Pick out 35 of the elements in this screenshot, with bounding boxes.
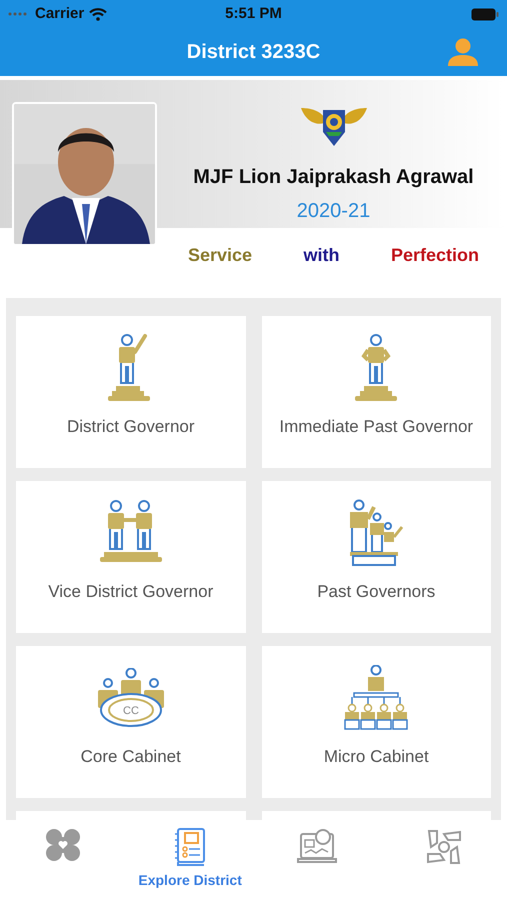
card-label: District Governor <box>66 416 195 438</box>
ribbons-icon <box>45 828 82 862</box>
carrier-name: Carrier <box>35 4 84 24</box>
handshake-icon <box>100 500 162 562</box>
card-label: Micro Cabinet <box>324 746 429 768</box>
joined-hands-icon <box>424 828 463 866</box>
statue-raised-hand-icon <box>108 334 150 401</box>
header-title: District 3233C <box>186 40 320 65</box>
card-label: Past Governors <box>317 581 436 603</box>
menu-card[interactable]: District Governor <box>16 316 246 468</box>
laptop-icon <box>296 828 337 866</box>
menu-card[interactable]: CC Core Cabinet <box>16 646 246 798</box>
tagline-word: with <box>304 244 340 266</box>
wifi-icon <box>89 8 108 20</box>
profile-icon[interactable] <box>447 38 479 66</box>
card-label: Core Cabinet <box>80 746 181 768</box>
menu-card[interactable]: Immediate Past Governor <box>262 316 491 468</box>
book-icon <box>174 828 206 866</box>
tab-item[interactable]: Explore District <box>126 820 254 900</box>
podium-group-icon <box>350 500 404 566</box>
card-label: Immediate Past Governor <box>279 416 474 438</box>
tagline-word: Perfection <box>390 244 479 266</box>
menu-card[interactable]: Vice District Governor <box>16 481 246 633</box>
person-name: MJF Lion Jaiprakash Agrawal <box>193 165 474 190</box>
year-label: 2020-21 <box>296 199 370 224</box>
menu-card[interactable]: Micro Cabinet <box>262 646 491 798</box>
icon-label: CC <box>122 705 139 717</box>
round-table-icon <box>98 668 164 727</box>
menu-card[interactable]: Past Governors <box>262 481 491 633</box>
statue-icon <box>355 334 398 401</box>
clock-time: 5:51 PM <box>225 4 282 24</box>
battery-icon <box>471 8 499 20</box>
card-label: Vice District Governor <box>48 581 214 603</box>
tagline-word: Service <box>188 244 252 266</box>
org-chart-icon <box>344 665 408 730</box>
